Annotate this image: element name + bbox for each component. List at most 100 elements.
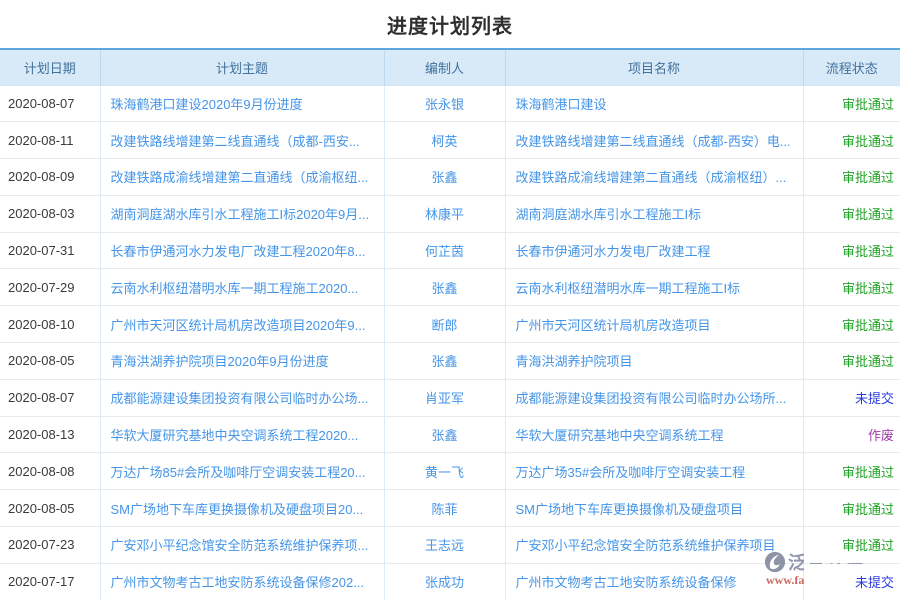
cell-plan-subject: 湖南洞庭湖水库引水工程施工I标2020年9月... bbox=[100, 195, 384, 232]
cell-project-name: 珠海鹤港口建设 bbox=[505, 85, 803, 122]
cell-flow-status: 审批通过 bbox=[803, 306, 900, 343]
project-name-link[interactable]: 湖南洞庭湖水库引水工程施工I标 bbox=[516, 207, 702, 222]
table-row: 2020-08-11改建铁路线增建第二线直通线（成都-西安...柯英改建铁路线增… bbox=[0, 122, 900, 159]
project-name-link[interactable]: 广州市文物考古工地安防系统设备保修 bbox=[516, 575, 737, 590]
status-link[interactable]: 审批通过 bbox=[842, 244, 894, 259]
cell-plan-subject: 广州市天河区统计局机房改造项目2020年9... bbox=[100, 306, 384, 343]
status-link[interactable]: 审批通过 bbox=[842, 207, 894, 222]
project-name-link[interactable]: 成都能源建设集团投资有限公司临时办公场所... bbox=[516, 391, 787, 406]
status-link[interactable]: 审批通过 bbox=[842, 170, 894, 185]
cell-plan-date: 2020-08-03 bbox=[0, 195, 100, 232]
table-row: 2020-08-07珠海鹤港口建设2020年9月份进度张永银珠海鹤港口建设审批通… bbox=[0, 85, 900, 122]
status-link[interactable]: 审批通过 bbox=[842, 538, 894, 553]
cell-author: 林康平 bbox=[384, 195, 505, 232]
project-name-link[interactable]: 云南水利枢纽潜明水库一期工程施工I标 bbox=[516, 281, 741, 296]
status-link[interactable]: 未提交 bbox=[855, 391, 894, 406]
cell-author: 王志远 bbox=[384, 527, 505, 564]
table-row: 2020-08-07 成都能源建设集团投资有限公司临时办公场... 肖亚军成都能源建… bbox=[0, 379, 900, 416]
cell-plan-subject: 长春市伊通河水力发电厂改建工程2020年8... bbox=[100, 232, 384, 269]
cell-author: 何芷茵 bbox=[384, 232, 505, 269]
project-name-link[interactable]: 华软大厦研究基地中央空调系统工程 bbox=[516, 428, 724, 443]
cell-plan-subject: 广安邓小平纪念馆安全防范系统维护保养项... bbox=[100, 527, 384, 564]
project-name-link[interactable]: SM广场地下车库更换摄像机及硬盘项目 bbox=[516, 502, 744, 517]
status-link[interactable]: 审批通过 bbox=[842, 318, 894, 333]
project-name-link[interactable]: 珠海鹤港口建设 bbox=[516, 97, 607, 112]
plan-subject-link[interactable]: 湖南洞庭湖水库引水工程施工I标2020年9月... bbox=[111, 207, 370, 222]
project-name-link[interactable]: 改建铁路成渝线增建第二直通线（成渝枢纽）... bbox=[516, 170, 787, 185]
page-title: 进度计划列表 bbox=[0, 0, 900, 48]
plan-subject-link[interactable]: 改建铁路线增建第二线直通线（成都-西安... bbox=[111, 134, 360, 149]
cell-author: 张鑫 bbox=[384, 416, 505, 453]
cell-flow-status: 审批通过 bbox=[803, 122, 900, 159]
cell-plan-date: 2020-07-23 bbox=[0, 527, 100, 564]
cell-project-name: 华软大厦研究基地中央空调系统工程 bbox=[505, 416, 803, 453]
cell-project-name: 长春市伊通河水力发电厂改建工程 bbox=[505, 232, 803, 269]
cell-flow-status: 审批通过 bbox=[803, 232, 900, 269]
cell-project-name: 湖南洞庭湖水库引水工程施工I标 bbox=[505, 195, 803, 232]
cell-plan-date: 2020-07-31 bbox=[0, 232, 100, 269]
plan-subject-link[interactable]: 改建铁路成渝线增建第二直通线（成渝枢纽... bbox=[111, 170, 369, 185]
column-header-subject: 计划主题 bbox=[100, 49, 384, 85]
column-header-author: 编制人 bbox=[384, 49, 505, 85]
cell-flow-status: 未提交 bbox=[803, 379, 900, 416]
cell-flow-status: 审批通过 bbox=[803, 453, 900, 490]
table-row: 2020-08-05青海洪湖养护院项目2020年9月份进度张鑫青海洪湖养护院项目… bbox=[0, 343, 900, 380]
cell-flow-status: 未提交 bbox=[803, 563, 900, 600]
cell-project-name: 广州市文物考古工地安防系统设备保修 bbox=[505, 563, 803, 600]
cell-flow-status: 审批通过 bbox=[803, 490, 900, 527]
cell-author: 张鑫 bbox=[384, 159, 505, 196]
status-link[interactable]: 审批通过 bbox=[842, 502, 894, 517]
cell-project-name: SM广场地下车库更换摄像机及硬盘项目 bbox=[505, 490, 803, 527]
cell-flow-status: 审批通过 bbox=[803, 269, 900, 306]
status-link[interactable]: 审批通过 bbox=[842, 134, 894, 149]
cell-flow-status: 作废 bbox=[803, 416, 900, 453]
status-link[interactable]: 审批通过 bbox=[842, 354, 894, 369]
plan-subject-link[interactable]: 广安邓小平纪念馆安全防范系统维护保养项... bbox=[111, 538, 369, 553]
project-name-link[interactable]: 长春市伊通河水力发电厂改建工程 bbox=[516, 244, 711, 259]
cell-plan-date: 2020-08-05 bbox=[0, 343, 100, 380]
status-link[interactable]: 未提交 bbox=[855, 575, 894, 590]
table-row: 2020-08-09改建铁路成渝线增建第二直通线（成渝枢纽...张鑫改建铁路成渝… bbox=[0, 159, 900, 196]
plan-subject-link[interactable]: 华软大厦研究基地中央空调系统工程2020... bbox=[111, 428, 359, 443]
plan-subject-link[interactable]: 成都能源建设集团投资有限公司临时办公场... bbox=[111, 391, 369, 406]
status-link[interactable]: 作废 bbox=[868, 428, 894, 443]
cell-plan-subject: 珠海鹤港口建设2020年9月份进度 bbox=[100, 85, 384, 122]
plan-subject-link[interactable]: 长春市伊通河水力发电厂改建工程2020年8... bbox=[111, 244, 366, 259]
cell-plan-date: 2020-07-29 bbox=[0, 269, 100, 306]
cell-author: 黄一飞 bbox=[384, 453, 505, 490]
table-row: 2020-07-29 云南水利枢纽潜明水库一期工程施工2020... 张鑫云南水利枢… bbox=[0, 269, 900, 306]
cell-author: 张鑫 bbox=[384, 269, 505, 306]
cell-plan-subject: SM广场地下车库更换摄像机及硬盘项目20... bbox=[100, 490, 384, 527]
column-header-status: 流程状态 bbox=[803, 49, 900, 85]
cell-plan-subject: 改建铁路成渝线增建第二直通线（成渝枢纽... bbox=[100, 159, 384, 196]
status-link[interactable]: 审批通过 bbox=[842, 465, 894, 480]
cell-author: 断郎 bbox=[384, 306, 505, 343]
plan-subject-link[interactable]: 青海洪湖养护院项目2020年9月份进度 bbox=[111, 354, 329, 369]
project-name-link[interactable]: 广州市天河区统计局机房改造项目 bbox=[516, 318, 711, 333]
cell-flow-status: 审批通过 bbox=[803, 527, 900, 564]
cell-project-name: 云南水利枢纽潜明水库一期工程施工I标 bbox=[505, 269, 803, 306]
project-name-link[interactable]: 青海洪湖养护院项目 bbox=[516, 354, 633, 369]
project-name-link[interactable]: 改建铁路线增建第二线直通线（成都-西安）电... bbox=[516, 134, 791, 149]
table-row: 2020-08-05SM广场地下车库更换摄像机及硬盘项目20...陈菲SM广场地… bbox=[0, 490, 900, 527]
project-name-link[interactable]: 广安邓小平纪念馆安全防范系统维护保养项目 bbox=[516, 538, 776, 553]
status-link[interactable]: 审批通过 bbox=[842, 281, 894, 296]
cell-flow-status: 审批通过 bbox=[803, 85, 900, 122]
table-header-row: 计划日期计划主题编制人项目名称流程状态 bbox=[0, 49, 900, 85]
project-name-link[interactable]: 万达广场35#会所及咖啡厅空调安装工程 bbox=[516, 465, 746, 480]
cell-plan-date: 2020-08-07 bbox=[0, 379, 100, 416]
cell-project-name: 改建铁路线增建第二线直通线（成都-西安）电... bbox=[505, 122, 803, 159]
cell-project-name: 青海洪湖养护院项目 bbox=[505, 343, 803, 380]
plan-subject-link[interactable]: 广州市文物考古工地安防系统设备保修202... bbox=[111, 575, 365, 590]
progress-plan-table: 计划日期计划主题编制人项目名称流程状态 2020-08-07珠海鹤港口建设202… bbox=[0, 48, 900, 600]
table-row: 2020-08-13华软大厦研究基地中央空调系统工程2020...张鑫华软大厦研… bbox=[0, 416, 900, 453]
cell-author: 肖亚军 bbox=[384, 379, 505, 416]
cell-plan-subject: 云南水利枢纽潜明水库一期工程施工2020... bbox=[100, 269, 384, 306]
cell-project-name: 广安邓小平纪念馆安全防范系统维护保养项目 bbox=[505, 527, 803, 564]
plan-subject-link[interactable]: SM广场地下车库更换摄像机及硬盘项目20... bbox=[111, 502, 364, 517]
plan-subject-link[interactable]: 珠海鹤港口建设2020年9月份进度 bbox=[111, 97, 303, 112]
status-link[interactable]: 审批通过 bbox=[842, 97, 894, 112]
plan-subject-link[interactable]: 万达广场85#会所及咖啡厅空调安装工程20... bbox=[111, 465, 366, 480]
plan-subject-link[interactable]: 云南水利枢纽潜明水库一期工程施工2020... bbox=[111, 281, 359, 296]
plan-subject-link[interactable]: 广州市天河区统计局机房改造项目2020年9... bbox=[111, 318, 366, 333]
